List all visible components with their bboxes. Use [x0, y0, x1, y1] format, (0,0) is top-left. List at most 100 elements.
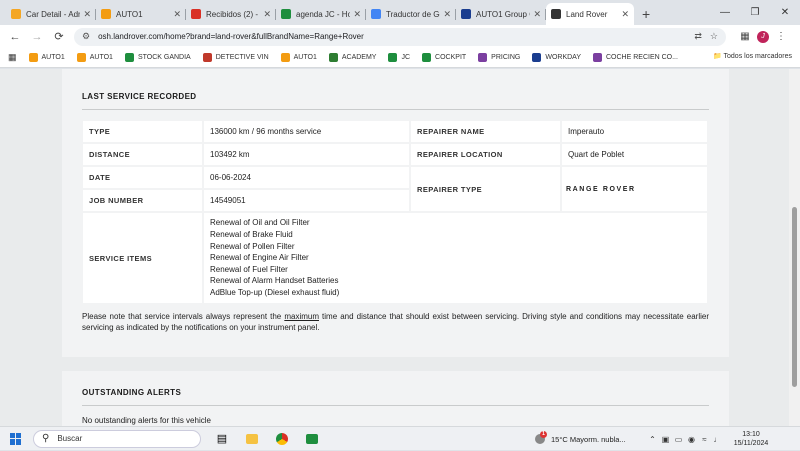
taskbar-clock[interactable]: 13:10 15/11/2024	[726, 430, 776, 448]
bookmark-item[interactable]: COCHE RECIEN CO...	[593, 53, 678, 62]
close-tab-icon[interactable]: ✕	[353, 9, 361, 20]
minimize-button[interactable]: —	[710, 0, 740, 25]
type-label: TYPE	[83, 121, 202, 142]
bookmark-label: PRICING	[491, 54, 521, 61]
tab-label: Traductor de Go	[386, 9, 441, 19]
bookmark-label: JC	[401, 54, 411, 61]
service-items-list: Renewal of Oil and Oil Filter Renewal of …	[204, 213, 707, 303]
tab-label: agenda JC - Hoja	[296, 9, 351, 19]
last-service-heading: LAST SERVICE RECORDED	[82, 92, 197, 101]
bookmark-favicon-icon	[124, 53, 134, 62]
browser-tab-strip: Car Detail - Adm ✕ AUTO1 ✕ Recibidos (2) - j…	[0, 0, 800, 25]
weather-icon: 1	[535, 431, 547, 444]
camera-icon[interactable]: ◉	[685, 435, 698, 444]
service-item: Renewal of Fuel Filter	[210, 264, 288, 274]
file-explorer-icon[interactable]	[237, 427, 267, 451]
page-scrollbar[interactable]	[789, 69, 800, 426]
bookmark-label: COCHE RECIEN CO...	[606, 54, 678, 61]
close-tab-icon[interactable]: ✕	[621, 9, 629, 20]
volume-icon[interactable]: ♩	[711, 435, 724, 444]
reload-button[interactable]: ⟳	[48, 30, 70, 43]
close-tab-icon[interactable]: ✕	[533, 9, 541, 20]
back-button[interactable]: ←	[4, 31, 26, 43]
page-content: LAST SERVICE RECORDED TYPE 136000 km / 9…	[0, 69, 789, 426]
wifi-icon[interactable]: ≈	[698, 435, 711, 444]
close-tab-icon[interactable]: ✕	[173, 9, 181, 20]
bookmark-item[interactable]: COCKPIT	[422, 53, 466, 62]
bookmark-label: AUTO1	[89, 54, 113, 61]
profile-avatar[interactable]: J	[754, 30, 772, 43]
bookmark-label: WORKDAY	[545, 54, 581, 61]
browser-tab[interactable]: AUTO1 ✕	[96, 3, 186, 25]
repairer-name-value: Imperauto	[562, 121, 707, 142]
new-tab-button[interactable]: +	[634, 3, 658, 25]
browser-tab[interactable]: agenda JC - Hoja✕	[276, 3, 366, 25]
bookmark-item[interactable]: WORKDAY	[532, 53, 581, 62]
display-icon[interactable]: ▭	[672, 435, 685, 444]
tab-label: AUTO1	[116, 9, 143, 19]
all-bookmarks-folder[interactable]: 📁 Todos los marcadores	[713, 52, 792, 60]
weather-widget[interactable]: 1 15°C Mayorm. nubla...	[535, 427, 626, 451]
bookmark-label: DETECTIVE VIN	[215, 54, 269, 61]
maximum-emphasis: maximum	[284, 312, 319, 321]
tab-favicon-icon	[371, 9, 381, 19]
close-window-button[interactable]: ✕	[770, 0, 800, 25]
browser-tab[interactable]: AUTO1 Group C ✕	[456, 3, 546, 25]
taskbar-search[interactable]: ⚲ Buscar	[33, 429, 201, 448]
scrollbar-thumb[interactable]	[792, 207, 797, 387]
bookmark-item[interactable]: DETECTIVE VIN	[202, 53, 269, 62]
app-tray-icon[interactable]: ▣	[659, 435, 672, 444]
translate-icon[interactable]: ⇄	[694, 31, 702, 42]
distance-label: DISTANCE	[83, 144, 202, 165]
menu-kebab-icon[interactable]: ⋮	[772, 31, 790, 42]
clock-time: 13:10	[742, 431, 760, 438]
address-url[interactable]: osh.landrover.com/home?brand=land-rover&…	[98, 32, 686, 41]
bookmark-label: ACADEMY	[341, 54, 377, 61]
outstanding-alerts-heading: OUTSTANDING ALERTS	[82, 388, 182, 397]
no-alerts-message: No outstanding alerts for this vehicle	[82, 416, 211, 425]
windows-start-icon[interactable]	[10, 432, 22, 445]
browser-tab[interactable]: Land Rover ✕	[546, 3, 634, 25]
service-item: Renewal of Pollen Filter	[210, 241, 295, 251]
tab-label: AUTO1 Group C	[476, 9, 531, 19]
address-bar[interactable]: ⚙ osh.landrover.com/home?brand=land-rove…	[74, 27, 726, 46]
bookmark-favicon-icon	[388, 53, 398, 62]
chrome-icon[interactable]	[267, 427, 297, 451]
window-controls: — ❐ ✕	[710, 0, 800, 25]
bookmark-item[interactable]: ACADEMY	[328, 53, 377, 62]
tab-favicon-icon	[551, 9, 561, 19]
browser-tab[interactable]: Recibidos (2) - j ✕	[186, 3, 276, 25]
job-number-value: 14549051	[204, 190, 409, 211]
service-item: Renewal of Oil and Oil Filter	[210, 218, 310, 228]
tab-favicon-icon	[11, 9, 21, 19]
windows-taskbar: ⚲ Buscar ▤ 1 15°C Mayorm. nubla... ⌃ ▣ ▭…	[0, 426, 800, 450]
bookmark-item[interactable]: PRICING	[478, 53, 520, 62]
forward-button[interactable]: →	[26, 31, 48, 43]
close-tab-icon[interactable]: ✕	[443, 9, 451, 20]
bookmark-item[interactable]: AUTO1	[76, 53, 113, 62]
browser-tab[interactable]: Traductor de Go ✕	[366, 3, 456, 25]
chevron-up-icon[interactable]: ⌃	[646, 435, 659, 444]
repairer-location-label: REPAIRER LOCATION	[411, 144, 560, 165]
bookmark-item[interactable]: AUTO1	[280, 53, 317, 62]
browser-tab[interactable]: Car Detail - Adm ✕	[6, 3, 96, 25]
extensions-icon[interactable]: ▦	[736, 31, 754, 42]
apps-grid-icon[interactable]: ▦	[8, 52, 17, 63]
bookmark-item[interactable]: AUTO1	[28, 53, 65, 62]
bookmark-star-icon[interactable]: ☆	[710, 31, 718, 42]
close-tab-icon[interactable]: ✕	[263, 9, 271, 20]
bookmark-item[interactable]: STOCK GANDIA	[124, 53, 191, 62]
bookmark-item[interactable]: JC	[388, 53, 410, 62]
bookmark-label: AUTO1	[41, 54, 65, 61]
divider	[82, 405, 709, 406]
site-info-icon[interactable]: ⚙	[82, 31, 90, 42]
task-view-icon[interactable]: ▤	[207, 427, 237, 451]
type-value: 136000 km / 96 months service	[204, 121, 409, 142]
service-item: AdBlue Top-up (Diesel exhaust fluid)	[210, 287, 340, 297]
maximize-button[interactable]: ❐	[740, 0, 770, 25]
close-tab-icon[interactable]: ✕	[83, 9, 91, 20]
bookmarks-bar: ▦ AUTO1 AUTO1 STOCK GANDIA DETECTIVE VIN AUT…	[0, 48, 800, 68]
sheets-app-icon[interactable]	[297, 427, 327, 451]
last-service-card: LAST SERVICE RECORDED TYPE 136000 km / 9…	[62, 69, 729, 357]
date-value: 06-06-2024	[204, 167, 409, 188]
